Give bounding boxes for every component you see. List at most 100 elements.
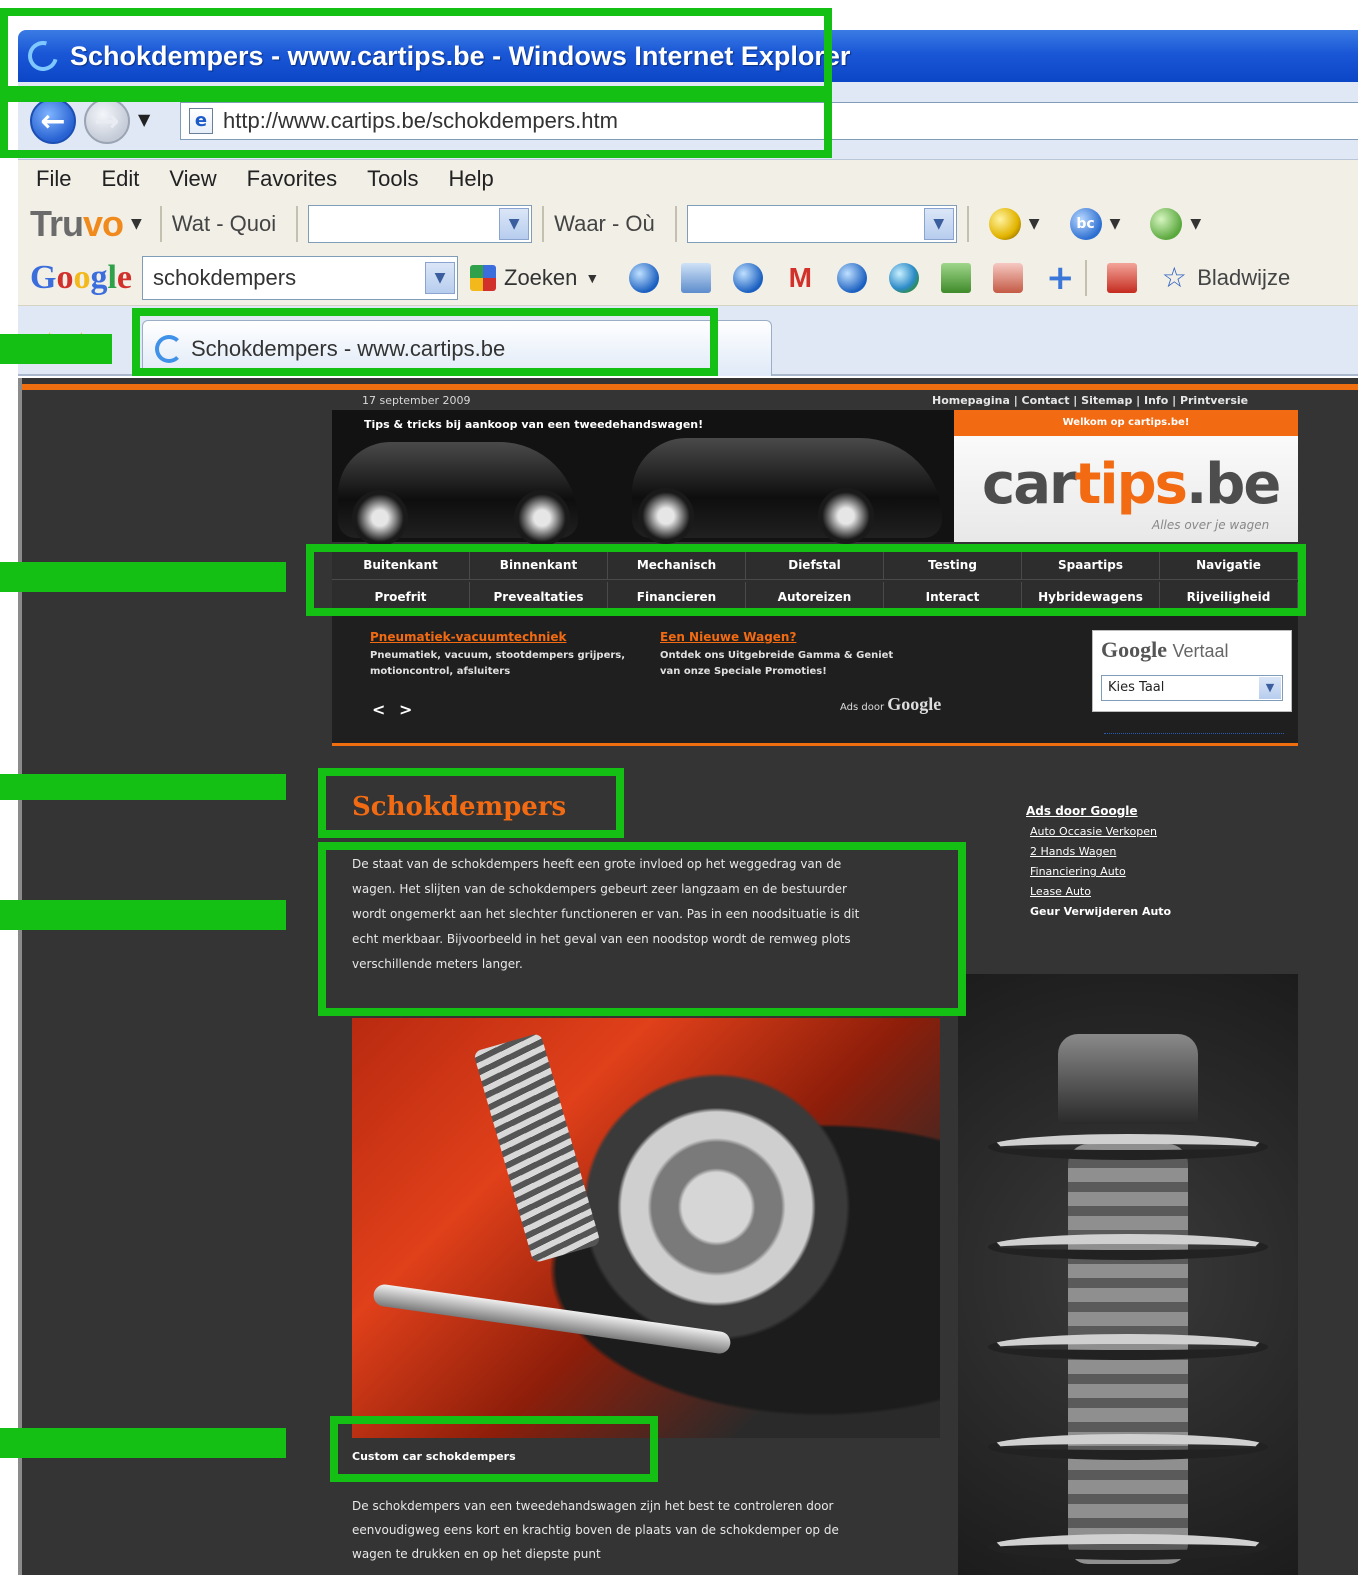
chevron-down-icon[interactable]: ▼: [923, 208, 954, 240]
blue-globe-icon[interactable]: [733, 262, 764, 293]
chevron-down-icon[interactable]: ▼: [425, 261, 455, 294]
menu-favorites[interactable]: Favorites: [247, 166, 337, 192]
truvo-logo-part-a: Tru: [30, 203, 84, 244]
menu-view[interactable]: View: [169, 166, 216, 192]
coilover-spring: [473, 1032, 601, 1264]
site-logo[interactable]: Welkom op cartips.be! cartips.be Alles o…: [954, 410, 1298, 542]
google-logo[interactable]: Google: [30, 259, 132, 297]
suspension-photo: [352, 1018, 940, 1438]
menu-help[interactable]: Help: [449, 166, 494, 192]
ad-item[interactable]: Pneumatiek-vacuumtechniek Pneumatiek, va…: [370, 630, 630, 680]
highlight-box-title: [0, 8, 832, 94]
dropdown-arrow-icon[interactable]: ▼: [1110, 216, 1121, 232]
blue-globe-icon[interactable]: [629, 262, 660, 293]
side-ad-link[interactable]: Financiering Auto: [1030, 862, 1226, 882]
menu-tools[interactable]: Tools: [367, 166, 418, 192]
logo-part-car: car: [982, 452, 1077, 517]
translate-label: Vertaal: [1172, 641, 1229, 661]
where-input[interactable]: ▼: [686, 205, 957, 243]
highlight-marker: [0, 774, 286, 800]
google-translate-widget: Google Vertaal Kies Taal ▼: [1092, 630, 1292, 712]
bookmarks-label[interactable]: Bladwijze: [1197, 265, 1290, 291]
logo-part-be: .be: [1186, 452, 1281, 517]
dropdown-arrow-icon[interactable]: ▼: [585, 270, 599, 286]
menu-edit[interactable]: Edit: [101, 166, 139, 192]
truvo-toolbar: Truvo ▼ Wat - Quoi ▼ Waar - Où ▼ ▼ bc ▼ …: [18, 198, 1358, 250]
side-ad-text[interactable]: Geur Verwijderen Auto: [1030, 902, 1226, 922]
side-ad-link[interactable]: Lease Auto: [1030, 882, 1226, 902]
coil: [988, 1534, 1268, 1560]
green-puzzle-icon[interactable]: [1150, 208, 1183, 240]
highlight-marker: [0, 900, 286, 930]
where-label: Waar - Où: [554, 211, 655, 236]
calendar-icon[interactable]: [681, 262, 712, 293]
google-search-value: schokdempers: [153, 264, 297, 290]
coil: [988, 1134, 1268, 1160]
highlight-marker: [0, 562, 286, 592]
shock-absorber-photo: [958, 974, 1298, 1575]
side-ad-link[interactable]: 2 Hands Wagen: [1030, 842, 1226, 862]
popup-blocker-icon[interactable]: [1107, 262, 1138, 293]
chevron-down-icon[interactable]: ▼: [499, 208, 530, 240]
logo-part-tips: tips: [1074, 452, 1188, 517]
orange-top-line: [22, 384, 1358, 390]
gmail-icon[interactable]: M: [785, 262, 815, 293]
translate-brand: Google: [1101, 637, 1167, 662]
earth-icon[interactable]: [889, 262, 920, 293]
picture-icon[interactable]: [941, 262, 972, 293]
what-label: Wat - Quoi: [171, 211, 277, 236]
toolbar-separator: [674, 206, 677, 242]
truvo-logo[interactable]: Truvo: [30, 203, 124, 245]
toolbar-separator: [542, 206, 545, 242]
star-icon[interactable]: ☆: [1159, 262, 1189, 293]
swirl-icon[interactable]: [837, 262, 868, 293]
side-ad-link[interactable]: Auto Occasie Verkopen: [1030, 822, 1226, 842]
yellow-globe-icon[interactable]: [988, 208, 1021, 240]
ads-by-label: Ads door: [840, 702, 885, 713]
menu-file[interactable]: File: [36, 166, 71, 192]
zoeken-button[interactable]: Zoeken ▼: [470, 264, 607, 291]
google-search-icon: [470, 264, 496, 291]
strut-mount: [1058, 1034, 1198, 1124]
toolbar-separator: [1085, 259, 1088, 296]
screenshot-root: Schokdempers - www.cartips.be - Windows …: [0, 0, 1358, 1575]
side-ads-heading[interactable]: Ads door Google: [1026, 804, 1226, 818]
plus-icon[interactable]: +: [1045, 261, 1075, 295]
toolbar-separator: [966, 206, 969, 242]
google-logo-letter: g: [90, 258, 108, 296]
ad-text: Pneumatiek, vacuum, stootdempers grijper…: [370, 650, 626, 677]
what-input[interactable]: ▼: [308, 205, 533, 243]
coil: [988, 1234, 1268, 1260]
bookmark-card-icon[interactable]: [993, 262, 1024, 293]
ad-title[interactable]: Een Nieuwe Wagen?: [660, 630, 910, 644]
header-banner: Tips & tricks bij aankoop van een tweede…: [332, 410, 1298, 546]
wheel: [818, 488, 874, 544]
google-logo-letter: o: [73, 258, 91, 296]
top-links[interactable]: Homepagina | Contact | Sitemap | Info | …: [932, 394, 1248, 407]
coil: [988, 1434, 1268, 1460]
highlight-marker: [0, 1428, 286, 1458]
wheel: [352, 490, 408, 546]
car-image: [632, 438, 942, 544]
google-logo-letter: e: [116, 258, 132, 296]
bc-icon[interactable]: bc: [1069, 208, 1102, 240]
zoeken-label: Zoeken: [504, 264, 578, 290]
car-image: [338, 442, 578, 546]
banner-tagline: Tips & tricks bij aankoop van een tweede…: [364, 418, 704, 431]
dropdown-arrow-icon[interactable]: ▼: [1029, 216, 1040, 232]
highlight-box-paragraph: [318, 842, 966, 1016]
chevron-down-icon[interactable]: ▼: [1259, 677, 1281, 699]
language-select[interactable]: Kies Taal ▼: [1101, 675, 1283, 701]
ads-by-google[interactable]: Ads door Google: [840, 694, 941, 715]
dropdown-arrow-icon[interactable]: ▼: [1190, 216, 1201, 232]
coil: [988, 1334, 1268, 1360]
ad-carousel-arrows[interactable]: < >: [372, 700, 416, 719]
translate-logo: Google Vertaal: [1101, 637, 1229, 663]
ad-title[interactable]: Pneumatiek-vacuumtechniek: [370, 630, 630, 644]
truvo-dropdown-icon[interactable]: ▼: [131, 216, 142, 232]
logo-subtitle: Alles over je wagen: [1152, 518, 1270, 532]
translate-powered-link[interactable]: [1104, 724, 1284, 734]
google-search-input[interactable]: schokdempers ▼: [142, 255, 458, 300]
ad-item[interactable]: Een Nieuwe Wagen? Ontdek ons Uitgebreide…: [660, 630, 910, 680]
welcome-strip: Welkom op cartips.be!: [954, 410, 1298, 436]
